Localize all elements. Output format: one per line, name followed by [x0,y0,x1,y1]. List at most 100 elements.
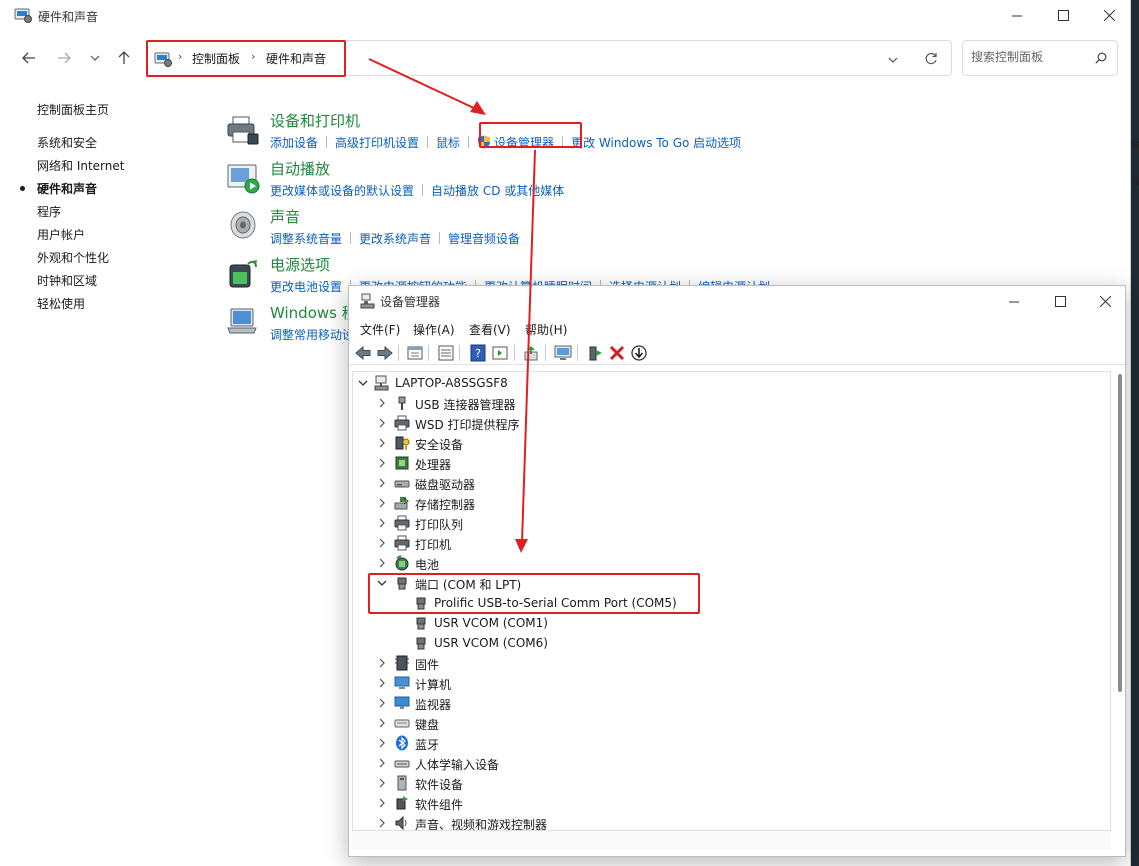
tree-node[interactable]: 监视器 [353,693,1110,713]
nav-control-panel-home[interactable]: 控制面板主页 [37,101,109,118]
tree-node[interactable]: 蓝牙 [353,733,1110,753]
dm-minimize-button[interactable] [991,286,1037,317]
chevron-right-icon[interactable] [376,797,388,809]
tree-scrollbar[interactable] [1118,374,1122,692]
nav-user-accounts[interactable]: 用户帐户 [37,226,85,243]
tree-node[interactable]: WSD 打印提供程序 [353,413,1110,433]
printer-icon [227,116,259,145]
chevron-right-icon[interactable] [376,657,388,669]
chevron-right-icon[interactable] [376,457,388,469]
action-panel-icon[interactable] [491,344,509,362]
nav-system-security[interactable]: 系统和安全 [37,134,97,151]
link-add-device[interactable]: 添加设备 [270,136,318,150]
chevron-right-icon[interactable] [376,477,388,489]
monitor-icon [394,695,410,711]
menu-view[interactable]: 查看(V) [469,321,511,338]
forward-button[interactable] [52,47,76,69]
chevron-right-icon[interactable] [376,817,388,829]
chevron-right-icon[interactable] [376,757,388,769]
tree-node[interactable]: 软件组件 [353,793,1110,813]
minimize-button[interactable] [994,0,1040,31]
tree-node[interactable]: 固件 [353,653,1110,673]
disable-device-icon[interactable] [630,344,648,362]
chevron-right-icon[interactable] [376,677,388,689]
close-button[interactable] [1086,0,1132,31]
tree-node[interactable]: 电池 [353,553,1110,573]
nav-programs[interactable]: 程序 [37,203,61,220]
nav-hardware-sound[interactable]: 硬件和声音 [37,180,97,197]
tree-node[interactable]: 键盘 [353,713,1110,733]
category-title-sound[interactable]: 声音 [270,206,300,227]
chevron-right-icon[interactable] [376,737,388,749]
device-label: 打印机 [415,538,452,552]
nav-network-internet[interactable]: 网络和 Internet [37,157,124,174]
update-driver-icon[interactable] [522,344,540,362]
back-arrow-icon[interactable] [354,344,372,362]
tree-node[interactable]: USB 连接器管理器 [353,393,1110,413]
link-audio-devices[interactable]: 管理音频设备 [448,232,520,246]
nav-clock-region[interactable]: 时钟和区域 [37,272,97,289]
chevron-down-icon[interactable] [888,57,898,63]
maximize-button[interactable] [1040,0,1086,31]
tree-node[interactable]: 软件设备 [353,773,1110,793]
recent-locations-button[interactable] [83,47,107,69]
dm-maximize-button[interactable] [1037,286,1083,317]
link-media-defaults[interactable]: 更改媒体或设备的默认设置 [270,184,414,198]
battery-icon [229,260,257,288]
refresh-icon[interactable] [924,52,938,66]
link-system-volume[interactable]: 调整系统音量 [270,232,342,246]
category-title-power[interactable]: 电源选项 [270,254,330,275]
tree-node[interactable]: 人体学输入设备 [353,753,1110,773]
properties-panel-icon[interactable] [406,344,424,362]
uninstall-device-icon[interactable] [608,344,626,362]
tree-node[interactable]: 磁盘驱动器 [353,473,1110,493]
search-box[interactable] [962,40,1118,76]
enable-device-icon[interactable] [586,344,604,362]
search-input[interactable] [971,50,1091,64]
chevron-right-icon[interactable] [376,497,388,509]
chevron-right-icon[interactable] [376,777,388,789]
chevron-right-icon[interactable] [376,517,388,529]
category-title-devices-printers[interactable]: 设备和打印机 [270,110,360,131]
tree-child-port[interactable]: USR VCOM (COM1) [353,613,1110,633]
chevron-down-icon[interactable] [357,377,369,389]
help-icon[interactable]: ? [469,344,487,362]
link-mobility-settings[interactable]: 调整常用移动设 [270,328,354,342]
back-button[interactable] [17,47,41,69]
category-title-windows-mobility[interactable]: Windows 移 [270,302,357,323]
category-title-autoplay[interactable]: 自动播放 [270,158,330,179]
chevron-right-icon[interactable] [376,537,388,549]
menu-action[interactable]: 操作(A) [413,321,455,338]
menu-file[interactable]: 文件(F) [360,321,400,338]
chevron-right-icon[interactable] [376,717,388,729]
tree-root[interactable]: LAPTOP-A8SSGSF8 [353,373,1110,393]
tree-node[interactable]: 安全设备 [353,433,1110,453]
dm-close-button[interactable] [1082,286,1128,317]
link-mouse[interactable]: 鼠标 [436,136,460,150]
tree-node[interactable]: 声音、视频和游戏控制器 [353,813,1110,830]
link-advanced-printer[interactable]: 高级打印机设置 [335,136,419,150]
dm-toolbar: ? [349,341,1125,365]
tree-node[interactable]: 打印机 [353,533,1110,553]
forward-arrow-icon[interactable] [376,344,394,362]
up-button[interactable] [112,47,136,69]
tree-node[interactable]: 处理器 [353,453,1110,473]
chevron-right-icon[interactable] [376,437,388,449]
link-battery-settings[interactable]: 更改电池设置 [270,280,342,294]
tree-child-port[interactable]: USR VCOM (COM6) [353,633,1110,653]
list-view-icon[interactable] [437,344,455,362]
link-system-sounds[interactable]: 更改系统声音 [359,232,431,246]
tree-node[interactable]: 存储控制器 [353,493,1110,513]
menu-help[interactable]: 帮助(H) [525,321,567,338]
nav-ease-of-access[interactable]: 轻松使用 [37,295,85,312]
tree-node[interactable]: 打印队列 [353,513,1110,533]
chevron-right-icon[interactable] [376,397,388,409]
chevron-right-icon[interactable] [376,697,388,709]
nav-appearance[interactable]: 外观和个性化 [37,249,109,266]
chevron-right-icon[interactable] [376,417,388,429]
tree-node[interactable]: 计算机 [353,673,1110,693]
scan-hardware-icon[interactable] [554,344,572,362]
chevron-right-icon[interactable] [376,557,388,569]
link-windows-to-go[interactable]: 更改 Windows To Go 启动选项 [571,136,741,150]
link-autoplay-cd[interactable]: 自动播放 CD 或其他媒体 [431,184,564,198]
